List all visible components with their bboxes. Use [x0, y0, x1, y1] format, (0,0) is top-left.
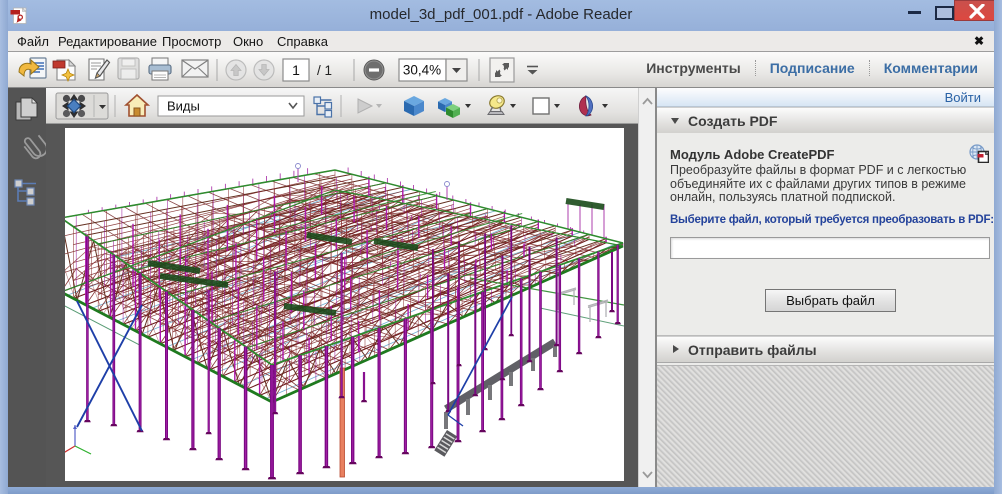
svg-text:Виды: Виды	[167, 99, 200, 114]
svg-text:/ 1: / 1	[317, 63, 332, 78]
svg-text:1: 1	[292, 62, 300, 78]
svg-text:30,4%: 30,4%	[403, 63, 441, 78]
